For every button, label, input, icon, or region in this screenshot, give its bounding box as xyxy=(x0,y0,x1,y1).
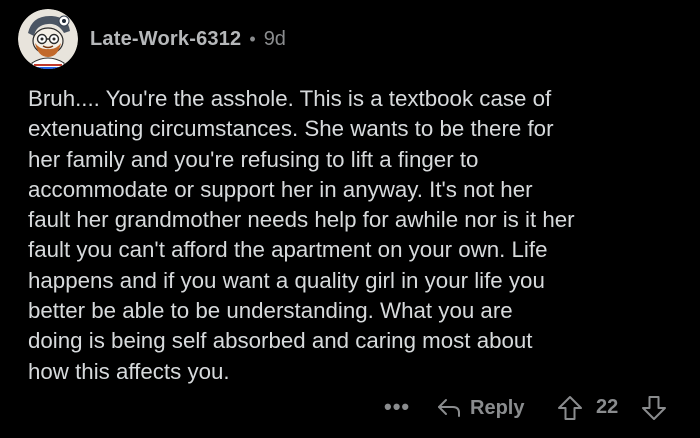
reply-button[interactable]: Reply xyxy=(436,392,524,424)
comment-body: Bruh.... You're the asshole. This is a t… xyxy=(28,86,575,384)
avatar[interactable] xyxy=(18,9,78,69)
reply-label: Reply xyxy=(470,396,525,419)
reply-arrow-icon xyxy=(438,399,460,417)
more-options-button[interactable]: ••• xyxy=(384,394,410,420)
comment-age: 9d xyxy=(263,27,286,50)
header-separator: • xyxy=(249,28,256,49)
upvote-arrow-icon xyxy=(558,396,582,420)
downvote-arrow-icon xyxy=(642,396,666,420)
comment-actions: ••• Reply 22 xyxy=(0,392,700,426)
comment: Late-Work-6312 • 9d Bruh.... You're the … xyxy=(0,0,700,438)
downvote-button[interactable] xyxy=(640,392,668,424)
comment-author[interactable]: Late-Work-6312 xyxy=(90,28,241,51)
upvote-button[interactable] xyxy=(556,392,584,424)
comment-header: Late-Work-6312 • 9d xyxy=(18,6,286,72)
vote-score: 22 xyxy=(596,396,619,418)
